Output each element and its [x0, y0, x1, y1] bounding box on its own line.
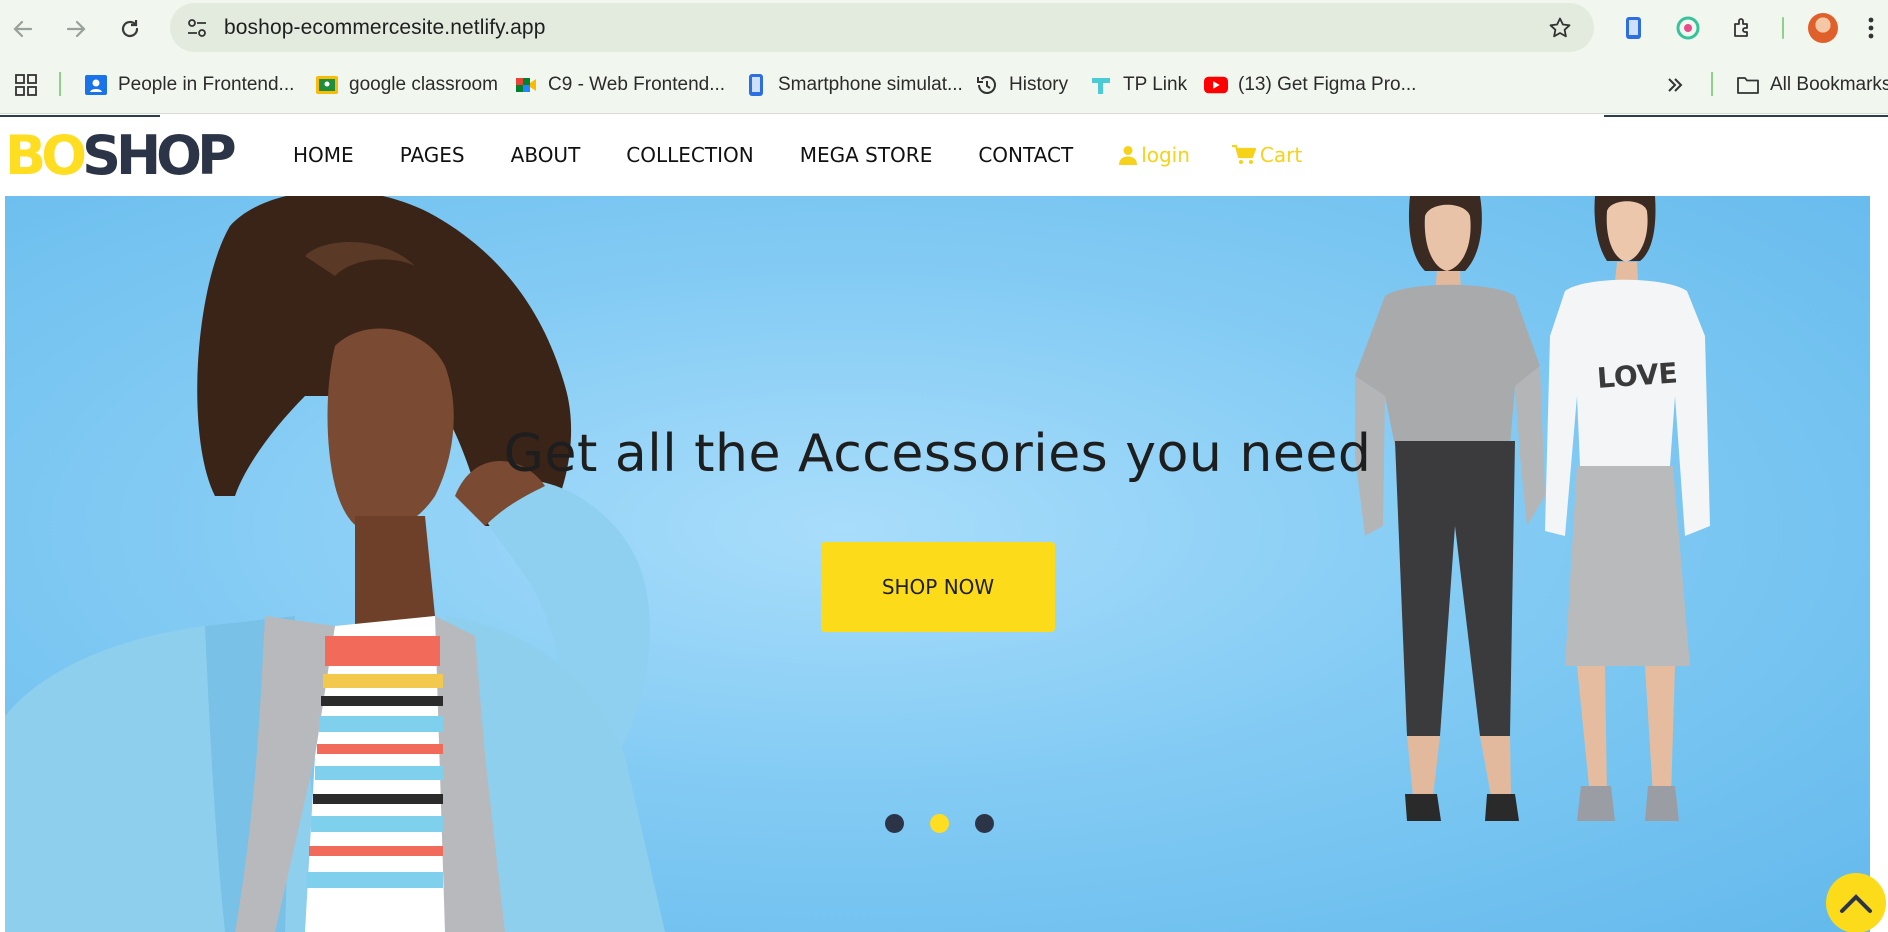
nav-pages[interactable]: PAGES	[400, 143, 465, 167]
slider-dots	[885, 814, 1020, 833]
bookmark-item[interactable]: (13) Get Figma Pro...	[1204, 70, 1416, 100]
toolbar-separator	[1782, 17, 1784, 39]
bookmark-item[interactable]: C9 - Web Frontend...	[514, 70, 725, 100]
shop-now-button[interactable]: SHOP NOW	[821, 542, 1055, 632]
bookmark-item[interactable]: TP Link	[1089, 70, 1187, 100]
header-accent-line	[0, 115, 160, 117]
url-text[interactable]: boshop-ecommercesite.netlify.app	[224, 16, 545, 40]
bookmark-item[interactable]: Smartphone simulat...	[744, 70, 963, 100]
hero-models-right-image: LOVE	[1355, 196, 1710, 821]
browser-menu-icon[interactable]	[1856, 13, 1886, 43]
apps-grid-button[interactable]	[14, 70, 38, 100]
back-to-top-button[interactable]	[1826, 873, 1886, 932]
nav-home[interactable]: HOME	[293, 143, 354, 167]
nav-contact[interactable]: CONTACT	[978, 143, 1073, 167]
site-logo[interactable]: BOSHOP	[5, 129, 237, 183]
browser-toolbar: boshop-ecommercesite.netlify.app	[0, 0, 1888, 57]
all-bookmarks-button[interactable]: All Bookmarks	[1736, 70, 1888, 100]
all-bookmarks-label: All Bookmarks	[1770, 74, 1888, 95]
cart-icon	[1231, 145, 1256, 164]
address-bar[interactable]: boshop-ecommercesite.netlify.app	[170, 3, 1594, 52]
main-nav: HOME PAGES ABOUT COLLECTION MEGA STORE C…	[293, 143, 1348, 167]
smartphone-icon	[744, 73, 768, 97]
phone-extension-icon[interactable]	[1618, 13, 1648, 43]
hero-title: Get all the Accessories you need	[503, 424, 1372, 484]
folder-icon	[1736, 73, 1760, 97]
bookmarks-separator	[1711, 72, 1713, 96]
back-button[interactable]	[8, 14, 38, 44]
youtube-icon	[1204, 73, 1228, 97]
tplink-icon	[1089, 73, 1113, 97]
login-label: login	[1141, 143, 1190, 167]
bookmark-item[interactable]: History	[975, 70, 1068, 100]
logo-part-shop: SHOP	[82, 124, 237, 187]
bookmark-label: History	[1009, 74, 1069, 95]
classroom-icon	[315, 73, 339, 97]
bookmarks-bar: People in Frontend... google classroom C…	[0, 57, 1888, 114]
cart-link[interactable]: Cart	[1231, 143, 1303, 167]
profile-avatar[interactable]	[1808, 13, 1838, 43]
slider-dot-1[interactable]	[885, 814, 904, 833]
double-chevron-right-icon	[1668, 78, 1683, 92]
history-icon	[975, 73, 999, 97]
header-accent-line	[1604, 115, 1888, 117]
nav-collection[interactable]: COLLECTION	[626, 143, 753, 167]
more-bookmarks-button[interactable]	[1666, 70, 1684, 100]
bookmark-label: People in Frontend...	[118, 74, 295, 95]
extensions-puzzle-icon[interactable]	[1728, 13, 1758, 43]
bookmark-label: Smartphone simulat...	[778, 74, 963, 95]
reload-button[interactable]	[115, 14, 145, 44]
bookmark-label: google classroom	[349, 74, 498, 95]
chevron-up-icon	[1840, 894, 1872, 913]
site-settings-icon[interactable]	[184, 15, 210, 41]
nav-about[interactable]: ABOUT	[511, 143, 581, 167]
people-icon	[84, 73, 108, 97]
color-picker-extension-icon[interactable]	[1673, 13, 1703, 43]
hero-slider: LOVE Get all the Accessories you need SH…	[5, 196, 1870, 932]
hero-model-left-image	[5, 196, 665, 932]
bookmark-label: C9 - Web Frontend...	[548, 74, 726, 95]
bookmark-label: TP Link	[1123, 74, 1188, 95]
bookmark-item[interactable]: google classroom	[315, 70, 498, 100]
cart-label: Cart	[1259, 143, 1303, 167]
arrow-right-icon	[66, 20, 86, 38]
shirt-love-print: LOVE	[1596, 356, 1679, 395]
meet-icon	[514, 73, 538, 97]
forward-button[interactable]	[61, 14, 91, 44]
bookmarks-separator	[59, 72, 61, 96]
bookmark-label: (13) Get Figma Pro...	[1238, 74, 1417, 95]
arrow-left-icon	[13, 20, 33, 38]
bookmark-item[interactable]: People in Frontend...	[84, 70, 294, 100]
logo-part-bo: BO	[5, 124, 87, 187]
apps-grid-icon	[15, 74, 37, 96]
user-icon	[1119, 146, 1138, 165]
slider-dot-2[interactable]	[930, 814, 949, 833]
reload-icon	[121, 20, 139, 38]
bookmark-star-icon[interactable]	[1546, 14, 1574, 42]
login-link[interactable]: login	[1119, 143, 1190, 167]
nav-mega-store[interactable]: MEGA STORE	[800, 143, 933, 167]
slider-dot-3[interactable]	[975, 814, 994, 833]
